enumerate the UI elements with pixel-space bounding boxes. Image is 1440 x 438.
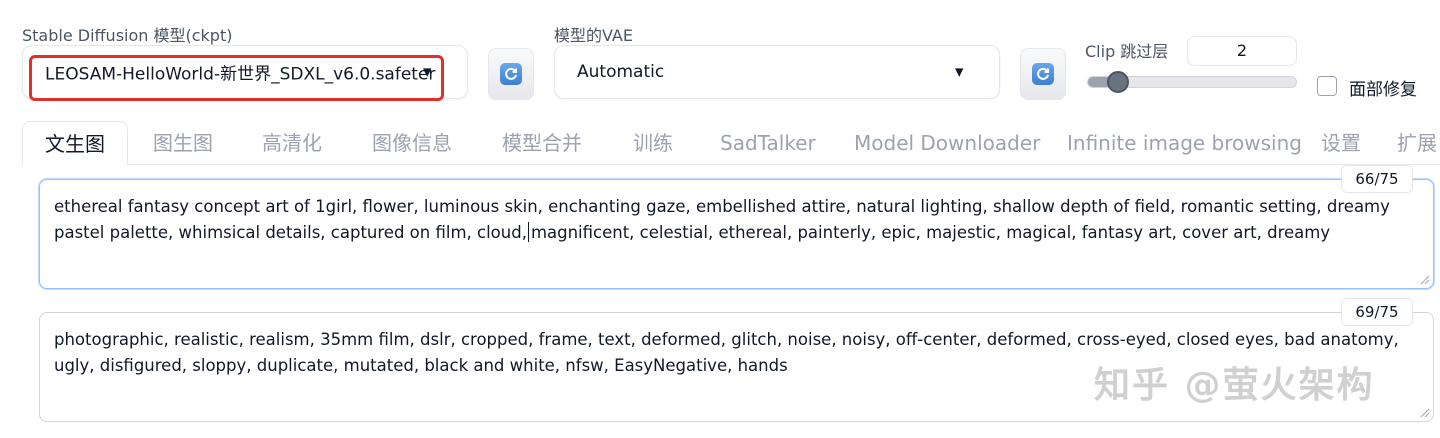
resize-handle-icon[interactable] xyxy=(1420,275,1430,285)
vae-refresh-button[interactable] xyxy=(1020,48,1066,100)
resize-handle-icon[interactable] xyxy=(1420,408,1430,418)
face-restore-checkbox[interactable] xyxy=(1317,76,1337,96)
chevron-down-icon: ▼ xyxy=(423,65,432,79)
checkpoint-value: LEOSAM-HelloWorld-新世界_SDXL_v6.0.safeter xyxy=(45,64,436,85)
tab-settings[interactable]: 设置 xyxy=(1321,121,1361,165)
checkpoint-refresh-button[interactable] xyxy=(488,48,534,100)
text-cursor xyxy=(527,222,529,242)
slider-thumb[interactable] xyxy=(1106,71,1129,93)
tab-sadtalker[interactable]: SadTalker xyxy=(720,121,816,165)
prompt-text-after-cursor: magnificent, celestial, ethereal, painte… xyxy=(530,223,1331,242)
tab-upscale[interactable]: 高清化 xyxy=(262,121,322,165)
prompt-token-counter: 66/75 xyxy=(1341,165,1413,193)
tab-extensions[interactable]: 扩展 xyxy=(1397,121,1437,165)
prompt-textarea[interactable]: ethereal fantasy concept art of 1girl, f… xyxy=(39,179,1434,289)
tab-infinite-image-browsing[interactable]: Infinite image browsing xyxy=(1067,121,1302,165)
tab-img2img[interactable]: 图生图 xyxy=(153,121,213,165)
clip-skip-label: Clip 跳过层 xyxy=(1085,42,1169,61)
refresh-icon xyxy=(1032,63,1054,85)
tab-train[interactable]: 训练 xyxy=(633,121,673,165)
checkpoint-label: Stable Diffusion 模型(ckpt) xyxy=(22,26,233,45)
tab-model-downloader[interactable]: Model Downloader xyxy=(854,121,1040,165)
tab-txt2img[interactable]: 文生图 xyxy=(22,121,128,166)
tab-model-merge[interactable]: 模型合并 xyxy=(502,121,582,165)
negative-prompt-token-counter: 69/75 xyxy=(1341,298,1413,326)
vae-value: Automatic xyxy=(577,62,665,82)
chevron-down-icon: ▼ xyxy=(955,65,964,79)
face-restore-label: 面部修复 xyxy=(1349,80,1417,100)
main-tabs: 文生图 图生图 高清化 图像信息 模型合并 训练 SadTalker Model… xyxy=(22,121,1440,166)
clip-skip-input[interactable]: 2 xyxy=(1187,36,1297,66)
tab-image-info[interactable]: 图像信息 xyxy=(372,121,452,165)
vae-label: 模型的VAE xyxy=(554,26,633,45)
clip-skip-slider[interactable] xyxy=(1087,71,1297,93)
refresh-icon xyxy=(500,63,522,85)
watermark: 知乎 @萤火架构 xyxy=(1094,365,1375,406)
vae-select[interactable]: Automatic ▼ xyxy=(554,45,1000,99)
prompt-text: ethereal fantasy concept art of 1girl, f… xyxy=(54,194,1419,246)
checkpoint-select[interactable]: LEOSAM-HelloWorld-新世界_SDXL_v6.0.safeter … xyxy=(22,45,468,101)
